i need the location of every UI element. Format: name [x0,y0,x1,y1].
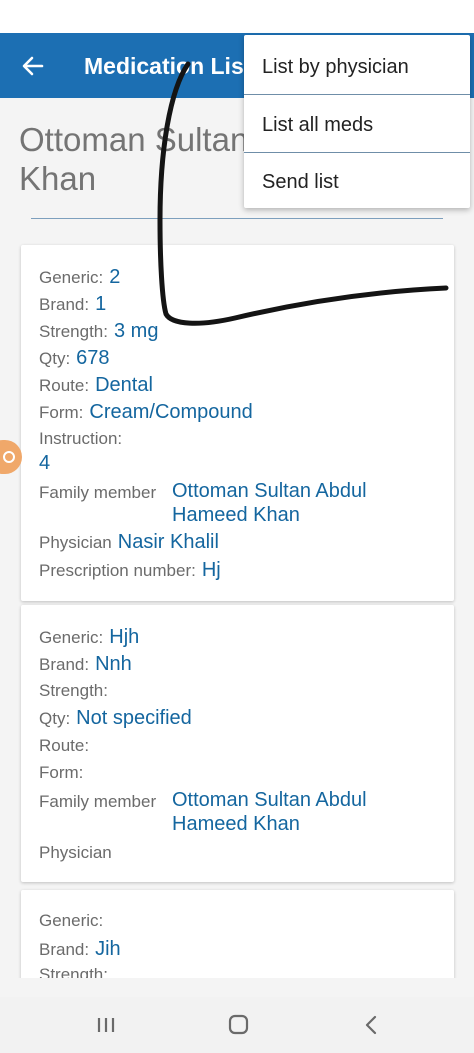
qty-value: 678 [76,347,110,369]
physician-label: Physician [39,843,112,862]
generic-label: Generic: [39,911,104,930]
form-label: Form: [39,403,84,422]
prescription-label: Prescription number: [39,561,196,580]
recents-icon [97,1018,115,1032]
menu-item-label: Send list [262,171,339,193]
route-label: Route: [39,376,90,395]
brand-row: Brand: Jih [39,938,121,961]
rx-row: Prescription number: Hj [39,559,221,582]
brand-value: Nnh [95,653,132,675]
brand-row: Brand: Nnh [39,653,132,676]
status-bar [0,0,474,33]
page-title: Medication List [84,53,252,79]
prescription-value: Hj [201,559,221,581]
medication-card[interactable]: Generic: 2 Brand: 1 Strength: 3 mg Qty: 678 … [21,245,454,601]
physician-row: Physician Nasir Khalil [39,531,219,554]
generic-label: Generic: [39,628,104,647]
brand-label: Brand: [39,295,90,314]
brand-row: Brand: 1 [39,293,106,316]
strength-value: 3 mg [114,320,159,342]
overflow-menu: List by physician List all meds Send lis… [244,35,470,208]
form-label: Form: [39,763,84,782]
family-member-value: Ottoman Sultan Abdul [172,789,367,811]
recents-button[interactable] [91,1011,121,1039]
generic-row: Generic: Hjh [39,626,139,649]
nav-back-button[interactable] [357,1011,387,1039]
arrow-left-icon [22,56,44,76]
family-member-value: Ottoman Sultan Abdul [172,480,367,502]
instruction-value: 4 [39,452,51,474]
brand-label: Brand: [39,940,90,959]
patient-name: Ottoman Sultan Khan [19,121,249,197]
form-value: Cream/Compound [89,401,253,423]
menu-item-list-all-meds[interactable]: List all meds [244,95,470,152]
generic-label: Generic: [39,268,104,287]
family-label: Family member [39,792,157,811]
generic-row: Generic: 2 [39,266,120,289]
generic-value: 2 [109,266,121,288]
qty-label: Qty: [39,709,71,728]
nav-back-icon [365,1015,377,1035]
route-value: Dental [95,374,153,396]
instruction-label: Instruction: [39,429,123,448]
family-member-value-cont: Hameed Khan [172,504,300,526]
screen: Medication List Ottoman Sultan Khan Gene… [0,0,474,1053]
home-button[interactable] [223,1011,253,1039]
medication-list[interactable]: Ottoman Sultan Khan Generic: 2 Brand: 1 St… [0,98,474,978]
strength-label: Strength: [39,965,108,978]
qty-row: Qty: Not specified [39,707,192,730]
menu-item-label: List all meds [262,114,374,136]
medication-card[interactable]: Generic: Hjh Brand: Nnh Strength: Qty: Not … [21,605,454,882]
generic-value: Hjh [109,626,140,648]
back-button[interactable] [18,51,48,81]
qty-value: Not specified [76,707,192,729]
form-row: Form: Cream/Compound [39,401,253,424]
home-icon [228,1014,249,1035]
menu-item-send-list[interactable]: Send list [244,152,470,209]
menu-item-label: List by physician [262,56,409,78]
medication-card[interactable]: Generic: Brand: Jih Strength: [21,890,454,978]
qty-row: Qty: 678 [39,347,110,370]
qty-label: Qty: [39,349,71,368]
strength-label: Strength: [39,681,108,700]
system-nav-bar [0,997,474,1053]
strength-row: Strength: 3 mg [39,320,158,343]
family-label: Family member [39,483,157,502]
divider [31,218,443,219]
brand-value: Jih [95,938,121,960]
brand-value: 1 [95,293,107,315]
strength-label: Strength: [39,322,108,341]
family-member-value-cont: Hameed Khan [172,813,300,835]
brand-label: Brand: [39,655,90,674]
physician-label: Physician [39,533,112,552]
physician-value: Nasir Khalil [117,531,219,553]
menu-item-list-by-physician[interactable]: List by physician [244,37,470,94]
route-label: Route: [39,736,90,755]
route-row: Route: Dental [39,374,153,397]
